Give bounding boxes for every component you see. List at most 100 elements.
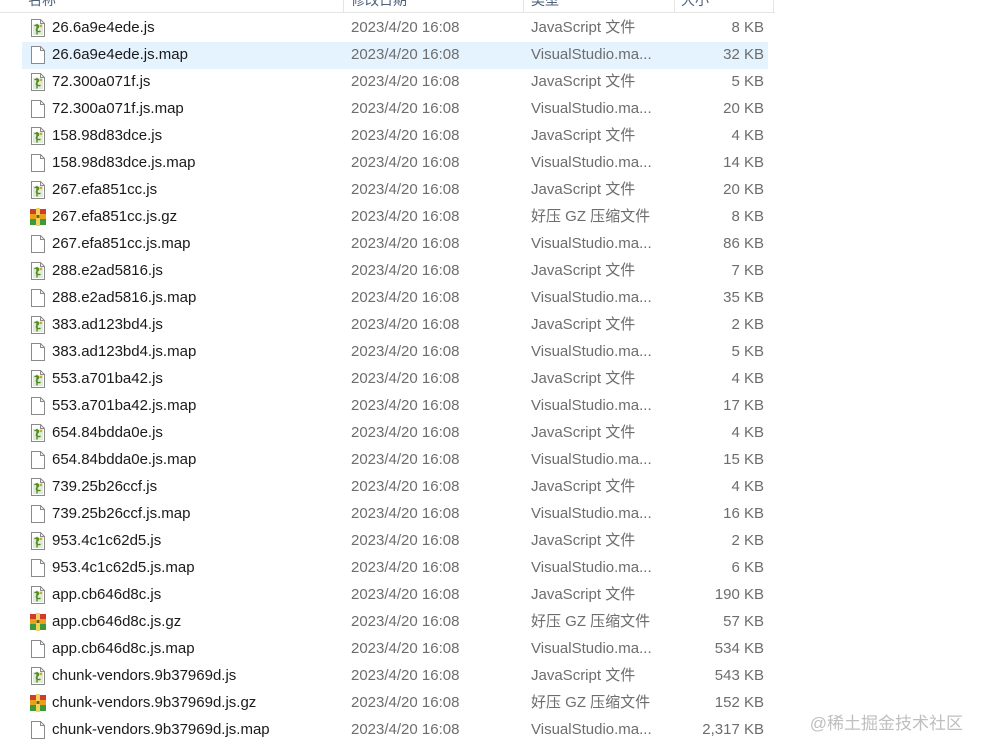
file-size: 6 KB	[731, 559, 764, 576]
gz-archive-icon	[30, 208, 46, 226]
file-size: 2,317 KB	[702, 721, 764, 738]
file-size: 543 KB	[714, 667, 764, 684]
file-size: 4 KB	[731, 370, 764, 387]
map-file-icon	[31, 397, 45, 415]
file-size: 5 KB	[731, 73, 764, 90]
file-modified-date: 2023/4/20 16:08	[351, 19, 460, 36]
file-modified-date: 2023/4/20 16:08	[351, 397, 460, 414]
file-name: 72.300a071f.js.map	[52, 100, 184, 117]
file-row[interactable]: app.cb646d8c.js.gz 2023/4/20 16:08 好压 GZ 压…	[0, 608, 987, 635]
file-row[interactable]: 267.efa851cc.js.map 2023/4/20 16:08 Visual…	[0, 230, 987, 257]
file-row[interactable]: 26.6a9e4ede.js.map 2023/4/20 16:08 VisualS…	[0, 41, 987, 69]
file-row[interactable]: 383.ad123bd4.js.map 2023/4/20 16:08 Visual…	[0, 338, 987, 365]
column-header: 名称 修改日期 类型 大小	[0, 0, 775, 13]
file-row[interactable]: 26.6a9e4ede.js 2023/4/20 16:08 JavaScript …	[0, 14, 987, 41]
file-size: 5 KB	[731, 343, 764, 360]
file-type: JavaScript 文件	[531, 532, 636, 549]
js-file-icon	[31, 316, 45, 334]
file-row[interactable]: 654.84bdda0e.js 2023/4/20 16:08 JavaScript…	[0, 419, 987, 446]
file-row[interactable]: 953.4c1c62d5.js 2023/4/20 16:08 JavaScript…	[0, 527, 987, 554]
file-modified-date: 2023/4/20 16:08	[351, 667, 460, 684]
js-file-icon	[31, 370, 45, 388]
column-separator[interactable]	[773, 0, 774, 12]
file-type: JavaScript 文件	[531, 316, 636, 333]
file-size: 190 KB	[714, 586, 764, 603]
file-size: 8 KB	[731, 208, 764, 225]
file-type: VisualStudio.ma...	[531, 100, 652, 117]
file-name: 267.efa851cc.js	[52, 181, 158, 198]
file-modified-date: 2023/4/20 16:08	[351, 613, 460, 630]
file-row[interactable]: 267.efa851cc.js 2023/4/20 16:08 JavaScript…	[0, 176, 987, 203]
column-date-header[interactable]: 修改日期	[351, 0, 407, 10]
js-file-icon	[31, 262, 45, 280]
file-size: 57 KB	[723, 613, 764, 630]
file-row[interactable]: app.cb646d8c.js 2023/4/20 16:08 JavaScript…	[0, 581, 987, 608]
column-size-header[interactable]: 大小	[681, 0, 709, 10]
file-row[interactable]: 158.98d83dce.js 2023/4/20 16:08 JavaScript…	[0, 122, 987, 149]
file-type: JavaScript 文件	[531, 478, 636, 495]
file-name: 739.25b26ccf.js	[52, 478, 158, 495]
file-row[interactable]: 654.84bdda0e.js.map 2023/4/20 16:08 Visual…	[0, 446, 987, 473]
file-row[interactable]: 953.4c1c62d5.js.map 2023/4/20 16:08 Visual…	[0, 554, 987, 581]
file-row[interactable]: chunk-vendors.9b37969d.js 2023/4/20 16:08…	[0, 662, 987, 689]
file-type: 好压 GZ 压缩文件	[531, 613, 651, 630]
file-type: VisualStudio.ma...	[531, 559, 652, 576]
file-modified-date: 2023/4/20 16:08	[351, 343, 460, 360]
file-name: 288.e2ad5816.js	[52, 262, 163, 279]
map-file-icon	[31, 559, 45, 577]
file-row[interactable]: 739.25b26ccf.js.map 2023/4/20 16:08 Visual…	[0, 500, 987, 527]
file-modified-date: 2023/4/20 16:08	[351, 559, 460, 576]
file-row[interactable]: 72.300a071f.js.map 2023/4/20 16:08 VisualS…	[0, 95, 987, 122]
file-row[interactable]: app.cb646d8c.js.map 2023/4/20 16:08 Visual…	[0, 635, 987, 662]
file-size: 16 KB	[723, 505, 764, 522]
file-row[interactable]: 739.25b26ccf.js 2023/4/20 16:08 JavaScript…	[0, 473, 987, 500]
file-type: JavaScript 文件	[531, 667, 636, 684]
file-name: 72.300a071f.js	[52, 73, 151, 90]
file-size: 152 KB	[714, 694, 764, 711]
file-name: 553.a701ba42.js	[52, 370, 163, 387]
file-modified-date: 2023/4/20 16:08	[351, 289, 460, 306]
file-modified-date: 2023/4/20 16:08	[351, 640, 460, 657]
file-type: JavaScript 文件	[531, 73, 636, 90]
file-type: VisualStudio.ma...	[531, 451, 652, 468]
watermark: @稀土掘金技术社区	[807, 709, 965, 734]
map-file-icon	[31, 451, 45, 469]
file-row[interactable]: 288.e2ad5816.js.map 2023/4/20 16:08 Visual…	[0, 284, 987, 311]
file-name: 26.6a9e4ede.js	[52, 19, 155, 36]
file-name: 158.98d83dce.js	[52, 127, 163, 144]
column-separator[interactable]	[343, 0, 344, 12]
map-file-icon	[31, 235, 45, 253]
file-modified-date: 2023/4/20 16:08	[351, 370, 460, 387]
file-size: 2 KB	[731, 532, 764, 549]
file-size: 20 KB	[723, 100, 764, 117]
file-row[interactable]: 553.a701ba42.js 2023/4/20 16:08 JavaScript…	[0, 365, 987, 392]
file-modified-date: 2023/4/20 16:08	[351, 262, 460, 279]
column-separator[interactable]	[523, 0, 524, 12]
file-type: VisualStudio.ma...	[531, 343, 652, 360]
file-row[interactable]: 383.ad123bd4.js 2023/4/20 16:08 JavaScript…	[0, 311, 987, 338]
js-file-icon	[31, 667, 45, 685]
file-type: VisualStudio.ma...	[531, 721, 652, 738]
file-type: VisualStudio.ma...	[531, 289, 652, 306]
map-file-icon	[31, 289, 45, 307]
column-type-header[interactable]: 类型	[531, 0, 559, 10]
gz-archive-icon	[30, 613, 46, 631]
column-name-header[interactable]: 名称	[28, 0, 56, 10]
file-type: JavaScript 文件	[531, 586, 636, 603]
column-separator[interactable]	[674, 0, 675, 12]
file-modified-date: 2023/4/20 16:08	[351, 505, 460, 522]
map-file-icon	[31, 721, 45, 739]
file-type: JavaScript 文件	[531, 19, 636, 36]
file-name: 383.ad123bd4.js	[52, 316, 163, 333]
file-modified-date: 2023/4/20 16:08	[351, 208, 460, 225]
file-name: 953.4c1c62d5.js	[52, 532, 162, 549]
file-row[interactable]: 288.e2ad5816.js 2023/4/20 16:08 JavaScript…	[0, 257, 987, 284]
file-modified-date: 2023/4/20 16:08	[351, 721, 460, 738]
file-row[interactable]: 267.efa851cc.js.gz 2023/4/20 16:08 好压 GZ 压…	[0, 203, 987, 230]
file-row[interactable]: 553.a701ba42.js.map 2023/4/20 16:08 Visual…	[0, 392, 987, 419]
file-row[interactable]: 72.300a071f.js 2023/4/20 16:08 JavaScript …	[0, 68, 987, 95]
file-modified-date: 2023/4/20 16:08	[351, 586, 460, 603]
file-row[interactable]: 158.98d83dce.js.map 2023/4/20 16:08 Visual…	[0, 149, 987, 176]
map-file-icon	[31, 640, 45, 658]
file-modified-date: 2023/4/20 16:08	[351, 46, 460, 63]
